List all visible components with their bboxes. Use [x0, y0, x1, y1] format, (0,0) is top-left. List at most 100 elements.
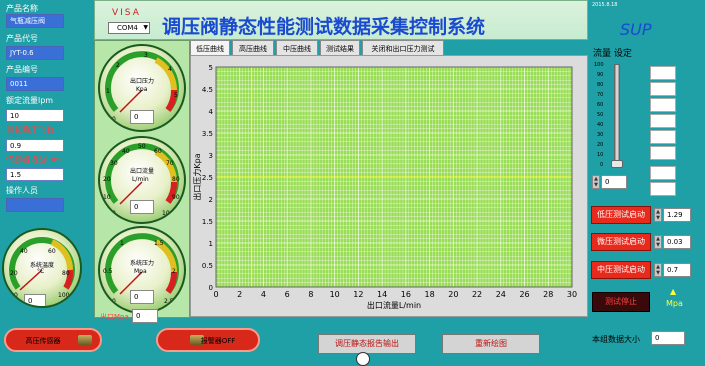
- system-pressure-unit: Mpa: [134, 268, 147, 275]
- flow-slider-handle[interactable]: [611, 160, 623, 168]
- low-pressure-start-button[interactable]: 低压测试启动: [591, 206, 651, 224]
- high-pressure-sensor-label: 高压传感器: [25, 337, 61, 345]
- temp-tick: 0: [14, 292, 18, 299]
- mpa-unit-label: Mpa: [666, 299, 683, 308]
- x-tick-label: 22: [472, 290, 482, 299]
- sp-tick: 1: [120, 240, 124, 247]
- slider-tick: 30: [597, 132, 604, 138]
- flow-setpoint-box[interactable]: [650, 166, 676, 180]
- temp-tick: 100: [58, 292, 70, 299]
- y-tick-label: 1.5: [202, 218, 213, 226]
- page-title: 调压阀静态性能测试数据采集控制系统: [162, 16, 486, 38]
- y-tick-label: 4: [209, 108, 214, 116]
- of-tick: 90: [172, 194, 180, 201]
- mid-value-spinner[interactable]: ▲ ▼: [654, 263, 662, 277]
- outlet-pressure-value: 0: [130, 110, 154, 124]
- alarm-toggle-label: 报警器OFF: [200, 337, 236, 345]
- mid-value-input[interactable]: 0.7: [663, 263, 691, 277]
- tab-test-results[interactable]: 测试结果: [320, 40, 360, 56]
- slider-tick: 10: [597, 152, 604, 158]
- report-output-button[interactable]: 调压静态报告输出: [318, 334, 416, 354]
- x-tick-label: 4: [261, 290, 266, 299]
- flow-setting-label: 流量 设定: [593, 49, 632, 59]
- slider-ticks: 100 90 80 70 60 50 40 30 20 10 0: [594, 62, 612, 168]
- operator-field[interactable]: [6, 198, 64, 212]
- sensor-gain-label: 传感器增益lpm: [6, 155, 62, 164]
- outlet-flow-label: 出口流量: [130, 168, 155, 175]
- x-tick-label: 12: [353, 290, 363, 299]
- flow-setpoint-box[interactable]: [650, 182, 676, 196]
- slider-tick: 70: [597, 92, 604, 98]
- x-tick-label: 6: [285, 290, 290, 299]
- system-temp-gauge: 0 20 40 60 80 100 系统温度 °C 0: [2, 228, 82, 308]
- high-pressure-sensor-toggle[interactable]: 高压传感器: [4, 328, 102, 352]
- product-serial-field[interactable]: 0011: [6, 77, 64, 91]
- slider-spinner[interactable]: ▲ ▼: [592, 175, 600, 189]
- slider-value-input[interactable]: 0: [601, 175, 627, 189]
- redraw-button[interactable]: 重新绘图: [442, 334, 540, 354]
- slider-tick: 50: [597, 112, 604, 118]
- of-tick: 20: [103, 176, 111, 183]
- temp-tick: 40: [20, 248, 28, 255]
- op-tick: 3: [144, 52, 148, 59]
- sensor-gain-field[interactable]: 1.5: [6, 168, 64, 181]
- flow-setpoint-box[interactable]: [650, 98, 676, 112]
- visa-port-value: COM4: [117, 24, 138, 32]
- chevron-down-icon: ▼: [143, 24, 148, 31]
- x-tick-label: 14: [377, 290, 387, 299]
- test-stop-button[interactable]: 测试停止: [592, 292, 650, 312]
- y-tick-label: 3: [209, 152, 213, 160]
- flow-setpoint-box[interactable]: [650, 82, 676, 96]
- of-tick: 60: [154, 148, 162, 155]
- low-value-spinner[interactable]: ▲ ▼: [654, 208, 662, 222]
- alarm-toggle[interactable]: 报警器OFF: [156, 328, 260, 352]
- op-tick: 1: [106, 88, 110, 95]
- flow-setpoint-box[interactable]: [650, 146, 676, 160]
- max-ratio-field[interactable]: 0.9: [6, 139, 64, 152]
- visa-port-select[interactable]: COM4 ▼: [108, 22, 150, 34]
- micro-pressure-start-button[interactable]: 微压测试启动: [591, 233, 651, 251]
- y-tick-label: 3.5: [202, 130, 213, 138]
- cursor-ring: [356, 352, 370, 366]
- outlet-pressure-needle: [119, 89, 143, 113]
- sp-tick: 0: [112, 298, 116, 305]
- outlet-mpa-label: 出口Mpa: [100, 313, 129, 321]
- y-tick-label: 2.5: [202, 174, 213, 182]
- flow-setpoint-box[interactable]: [650, 130, 676, 144]
- flow-setpoint-box[interactable]: [650, 66, 676, 80]
- low-value-input[interactable]: 1.29: [663, 208, 691, 222]
- temp-gauge-unit: °C: [37, 268, 45, 275]
- outlet-mpa-value: 0: [132, 309, 158, 323]
- outlet-pressure-gauge: 0 1 2 3 4 5 出口压力 Kpa 0: [98, 44, 186, 132]
- x-tick-label: 26: [519, 290, 529, 299]
- operator-label: 操作人员: [6, 186, 38, 195]
- temp-tick: 20: [10, 270, 18, 277]
- flow-setpoint-box[interactable]: [650, 114, 676, 128]
- system-pressure-gauge: 0 0.5 1 1.5 2 2.5 系统压力 Mpa 0: [98, 226, 186, 314]
- slider-tick: 20: [597, 142, 604, 148]
- temp-tick: 60: [48, 248, 56, 255]
- y-tick-label: 0: [209, 284, 213, 292]
- mid-pressure-start-button[interactable]: 中压测试启动: [591, 261, 651, 279]
- x-tick-label: 18: [425, 290, 435, 299]
- temp-tick: 80: [62, 270, 70, 277]
- x-tick-label: 16: [401, 290, 411, 299]
- rated-flow-field[interactable]: 10: [6, 109, 64, 122]
- product-code-field[interactable]: JYT-0.6: [6, 46, 64, 60]
- of-tick: 0: [112, 210, 116, 217]
- of-tick: 30: [110, 160, 118, 167]
- tab-close-outlet-pressure[interactable]: 关闭和出口压力测试: [362, 40, 444, 56]
- micro-value-input[interactable]: 0.03: [663, 235, 691, 249]
- micro-value-spinner[interactable]: ▲ ▼: [654, 235, 662, 249]
- tab-mid-pressure-curve[interactable]: 中压曲线: [276, 40, 318, 56]
- tab-high-pressure-curve[interactable]: 高压曲线: [232, 40, 274, 56]
- tab-low-pressure-curve[interactable]: 低压曲线: [190, 40, 230, 56]
- product-name-field[interactable]: 气瓶减压阀: [6, 14, 64, 28]
- slider-tick: 40: [597, 122, 604, 128]
- sp-tick: 2: [172, 268, 176, 275]
- flow-slider-track[interactable]: [614, 64, 620, 168]
- x-tick-label: 28: [543, 290, 553, 299]
- outlet-flow-value: 0: [130, 200, 154, 214]
- slider-tick: 0: [600, 162, 604, 168]
- of-tick: 80: [172, 176, 180, 183]
